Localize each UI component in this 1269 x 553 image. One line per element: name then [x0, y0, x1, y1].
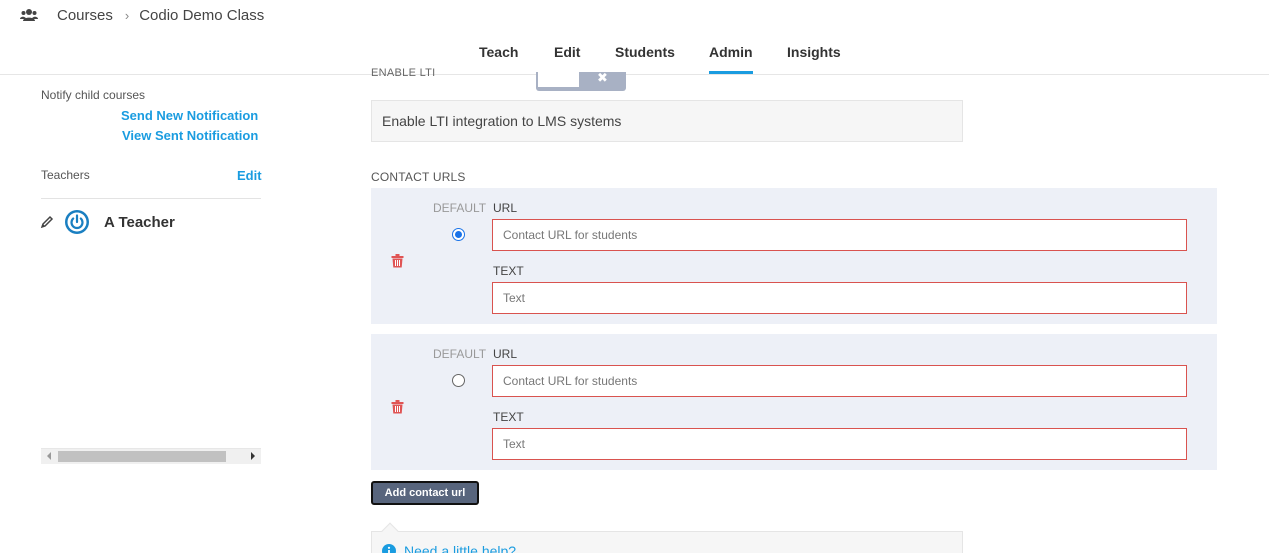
scroll-left-icon[interactable]: [47, 452, 51, 460]
breadcrumb: Courses › Codio Demo Class: [20, 4, 264, 26]
trash-icon[interactable]: [391, 254, 404, 268]
add-contact-url-button[interactable]: Add contact url: [371, 481, 479, 505]
contact-url-card: DEFAULT URL TEXT: [371, 334, 1217, 470]
enable-lti-toggle[interactable]: ✖: [536, 70, 626, 91]
contact-text-input[interactable]: [492, 282, 1187, 314]
tab-students[interactable]: Students: [615, 44, 675, 74]
text-label: TEXT: [493, 264, 524, 278]
pencil-icon[interactable]: [40, 215, 54, 229]
send-new-notification-link[interactable]: Send New Notification: [121, 108, 258, 123]
contact-text-input[interactable]: [492, 428, 1187, 460]
notify-child-courses-label: Notify child courses: [41, 88, 146, 102]
header-divider: [0, 74, 1269, 75]
teachers-label: Teachers: [41, 168, 90, 182]
chevron-right-icon: ›: [124, 7, 130, 23]
default-radio[interactable]: [452, 374, 465, 387]
sidebar-horizontal-scrollbar[interactable]: [41, 448, 261, 464]
contact-url-card: DEFAULT URL TEXT: [371, 188, 1217, 324]
breadcrumb-courses[interactable]: Courses: [57, 7, 113, 24]
users-icon: [20, 9, 38, 21]
trash-icon[interactable]: [391, 400, 404, 414]
tab-insights[interactable]: Insights: [787, 44, 841, 74]
contact-urls-title: CONTACT URLS: [371, 170, 466, 184]
need-help-link[interactable]: Need a little help?: [404, 543, 516, 553]
text-label: TEXT: [493, 410, 524, 424]
teacher-name: A Teacher: [104, 213, 175, 231]
scrollbar-thumb[interactable]: [58, 451, 226, 462]
avatar-power-icon: [65, 210, 89, 234]
view-sent-notification-link[interactable]: View Sent Notification: [122, 128, 258, 143]
contact-url-input[interactable]: [492, 219, 1187, 251]
toggle-knob: [538, 72, 579, 87]
help-box-notch: [381, 522, 399, 540]
url-label: URL: [493, 347, 518, 361]
course-tabs: Teach Edit Students Admin Insights: [0, 42, 1269, 74]
sidebar-divider: [41, 198, 261, 199]
default-label: DEFAULT: [433, 201, 487, 215]
breadcrumb-current[interactable]: Codio Demo Class: [139, 7, 264, 24]
help-box: Need a little help?: [371, 522, 963, 553]
lti-description: Enable LTI integration to LMS systems: [371, 100, 963, 142]
close-x-icon: ✖: [597, 70, 608, 85]
tab-edit[interactable]: Edit: [554, 44, 580, 74]
url-label: URL: [493, 201, 518, 215]
scroll-right-icon[interactable]: [251, 452, 255, 460]
default-radio[interactable]: [452, 228, 465, 241]
default-label: DEFAULT: [433, 347, 487, 361]
enable-lti-label: ENABLE LTI: [371, 67, 436, 76]
contact-url-input[interactable]: [492, 365, 1187, 397]
tab-admin[interactable]: Admin: [709, 44, 753, 74]
info-icon: [382, 544, 396, 553]
teachers-edit-link[interactable]: Edit: [237, 168, 262, 183]
teacher-row: A Teacher: [40, 209, 175, 235]
tab-teach[interactable]: Teach: [479, 44, 518, 74]
